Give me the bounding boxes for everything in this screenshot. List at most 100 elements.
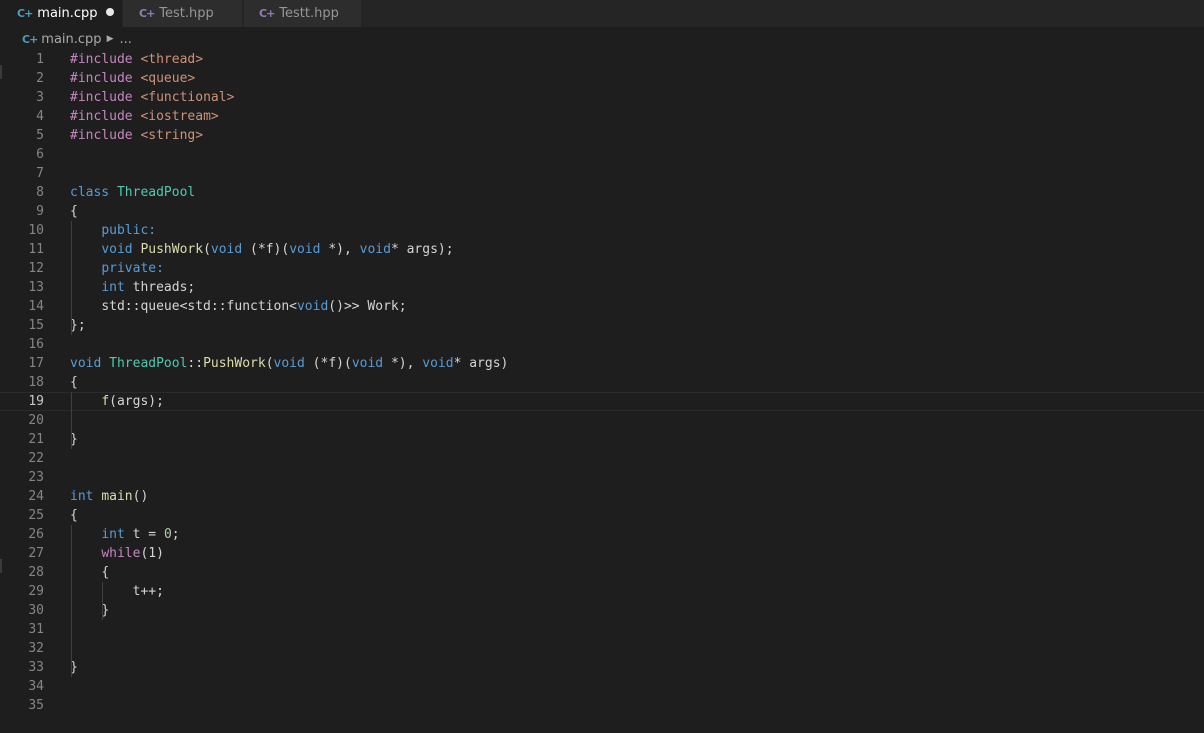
code-text: std::queue<std::function<void()>> Work; [70,297,407,316]
line-number: 21 [0,430,44,449]
code-token: }; [70,318,86,333]
code-token: ; [172,527,180,542]
code-line[interactable]: 8class ThreadPool [0,183,1204,202]
code-line[interactable]: 27 while(1) [0,544,1204,563]
code-text: void ThreadPool::PushWork(void (*f)(void… [70,354,508,373]
code-line[interactable]: 4 #include <iostream> [0,107,1204,126]
tab-label: Test.hpp [159,6,213,21]
code-text: int main() [70,487,148,506]
code-token: (1) [140,546,163,561]
line-number: 12 [0,259,44,278]
c-plus-plus-icon: C+ [259,7,274,20]
line-number: 25 [0,506,44,525]
code-line[interactable]: 2#include <queue> [0,69,1204,88]
code-line[interactable]: 18{ [0,373,1204,392]
code-line[interactable]: 15}; [0,316,1204,335]
tab-test-hpp[interactable]: C+ Test.hpp [122,0,242,27]
code-token: * args) [454,356,509,371]
code-token: void [422,356,453,371]
code-line[interactable]: 19 f(args); [0,392,1204,411]
code-line[interactable]: 16 [0,335,1204,354]
code-token [70,261,101,276]
line-number: 3 [0,88,44,107]
code-token: void [211,242,250,257]
code-line[interactable]: 25{ [0,506,1204,525]
code-text: }; [70,316,86,335]
code-token: <string> [140,128,203,143]
line-number: 35 [0,696,44,715]
code-line[interactable]: 21} [0,430,1204,449]
code-line[interactable]: 35 [0,696,1204,715]
code-token [70,223,101,238]
code-line[interactable]: 13 int threads; [0,278,1204,297]
code-line[interactable]: 24int main() [0,487,1204,506]
chevron-right-icon: ▶ [107,34,114,44]
code-line[interactable]: 1#include <thread> [0,50,1204,69]
code-line[interactable]: 3 #include <functional> [0,88,1204,107]
code-line[interactable]: 11 void PushWork(void (*f)(void *), void… [0,240,1204,259]
code-token: { [101,565,109,580]
tab-testt-hpp[interactable]: C+ Testt.hpp [243,0,361,27]
code-line[interactable]: 22 [0,449,1204,468]
code-line[interactable]: 30 } [0,601,1204,620]
code-token: while [101,546,140,561]
code-editor[interactable]: 1#include <thread>2#include <queue>3 #inc… [0,50,1204,733]
code-token: <functional> [140,90,234,105]
code-text: void PushWork(void (*f)(void *), void* a… [70,240,454,259]
breadcrumb: C+ main.cpp ▶ ... [22,30,132,48]
code-line[interactable]: 26 int t = 0; [0,525,1204,544]
code-text: #include <thread> [70,50,203,69]
code-token: threads; [133,280,196,295]
code-line[interactable]: 7 [0,164,1204,183]
code-text: { [70,202,78,221]
code-token: private: [101,261,164,276]
breadcrumb-symbol[interactable]: ... [119,32,131,47]
code-line[interactable]: 17void ThreadPool::PushWork(void (*f)(vo… [0,354,1204,373]
code-line[interactable]: 6 [0,145,1204,164]
code-token [70,603,101,618]
code-token [70,299,101,314]
code-token: t++; [133,584,164,599]
code-text: class ThreadPool [70,183,195,202]
code-text: private: [70,259,164,278]
code-line[interactable]: 9{ [0,202,1204,221]
code-token: (args); [109,394,164,409]
code-token: f [101,394,109,409]
code-line[interactable]: 31 [0,620,1204,639]
code-line[interactable]: 23 [0,468,1204,487]
indent-guide [102,582,103,620]
code-line[interactable]: 20 [0,411,1204,430]
code-token: main [101,489,132,504]
code-text: { [70,563,109,582]
code-text: #include <functional> [70,88,234,107]
code-line[interactable]: 12 private: [0,259,1204,278]
code-token: <thread> [140,52,203,67]
line-number: 22 [0,449,44,468]
code-text: #include <iostream> [70,107,219,126]
code-line[interactable]: 5#include <string> [0,126,1204,145]
line-number: 9 [0,202,44,221]
code-line[interactable]: 29 t++; [0,582,1204,601]
line-number: 5 [0,126,44,145]
code-line[interactable]: 28 { [0,563,1204,582]
line-number: 29 [0,582,44,601]
code-text: { [70,373,78,392]
code-line[interactable]: 14 std::queue<std::function<void()>> Wor… [0,297,1204,316]
code-token: void [70,356,109,371]
code-text: } [70,601,109,620]
code-line[interactable]: 34 [0,677,1204,696]
tab-main-cpp[interactable]: C+ main.cpp [0,0,122,27]
code-line[interactable]: 10 public: [0,221,1204,240]
breadcrumb-file[interactable]: main.cpp [41,32,101,47]
code-token: *), [328,242,359,257]
line-number: 10 [0,221,44,240]
code-line[interactable]: 33} [0,658,1204,677]
code-line[interactable]: 32 [0,639,1204,658]
code-token: int [101,527,132,542]
unsaved-dot-icon[interactable] [106,8,114,16]
code-token: int [70,489,101,504]
code-token: (*f)( [250,242,289,257]
line-number: 4 [0,107,44,126]
code-token: ( [266,356,274,371]
line-number: 17 [0,354,44,373]
